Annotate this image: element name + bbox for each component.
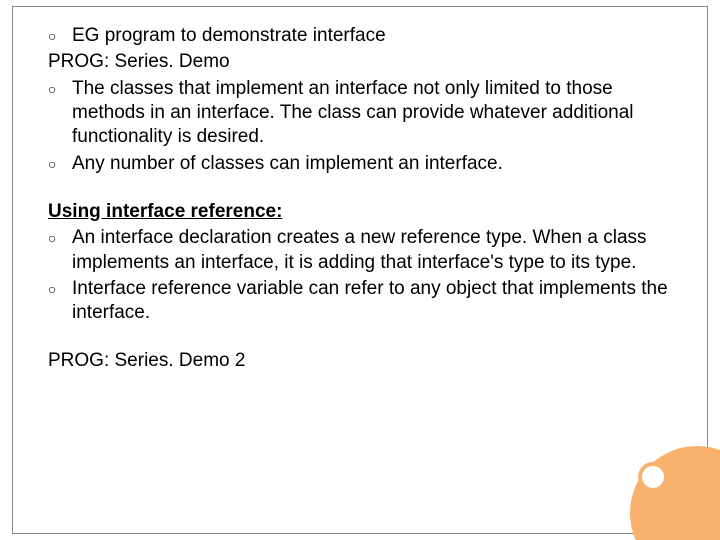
bullet-icon: ○ [48,77,72,101]
slide-content: ○ EG program to demonstrate interface PR… [48,24,672,376]
list-item: ○ Interface reference variable can refer… [48,277,672,326]
list-item-text: The classes that implement an interface … [72,77,672,150]
program-label: PROG: Series. Demo 2 [48,349,672,373]
list-item: ○ Any number of classes can implement an… [48,152,672,176]
program-label: PROG: Series. Demo [48,50,672,74]
bullet-icon: ○ [48,152,72,176]
list-item-text: Any number of classes can implement an i… [72,152,672,176]
list-item: ○ An interface declaration creates a new… [48,226,672,275]
list-item-text: EG program to demonstrate interface [72,24,672,48]
list-item: ○ EG program to demonstrate interface [48,24,672,48]
slide: ○ EG program to demonstrate interface PR… [0,0,720,540]
bullet-icon: ○ [48,24,72,48]
spacer [48,178,672,200]
list-item-text: An interface declaration creates a new r… [72,226,672,275]
bullet-icon: ○ [48,226,72,250]
bullet-icon: ○ [48,277,72,301]
list-item-text: Interface reference variable can refer t… [72,277,672,326]
section-heading: Using interface reference: [48,200,672,224]
spacer [48,327,672,349]
decoration-circle-small [638,462,668,492]
list-item: ○ The classes that implement an interfac… [48,77,672,150]
